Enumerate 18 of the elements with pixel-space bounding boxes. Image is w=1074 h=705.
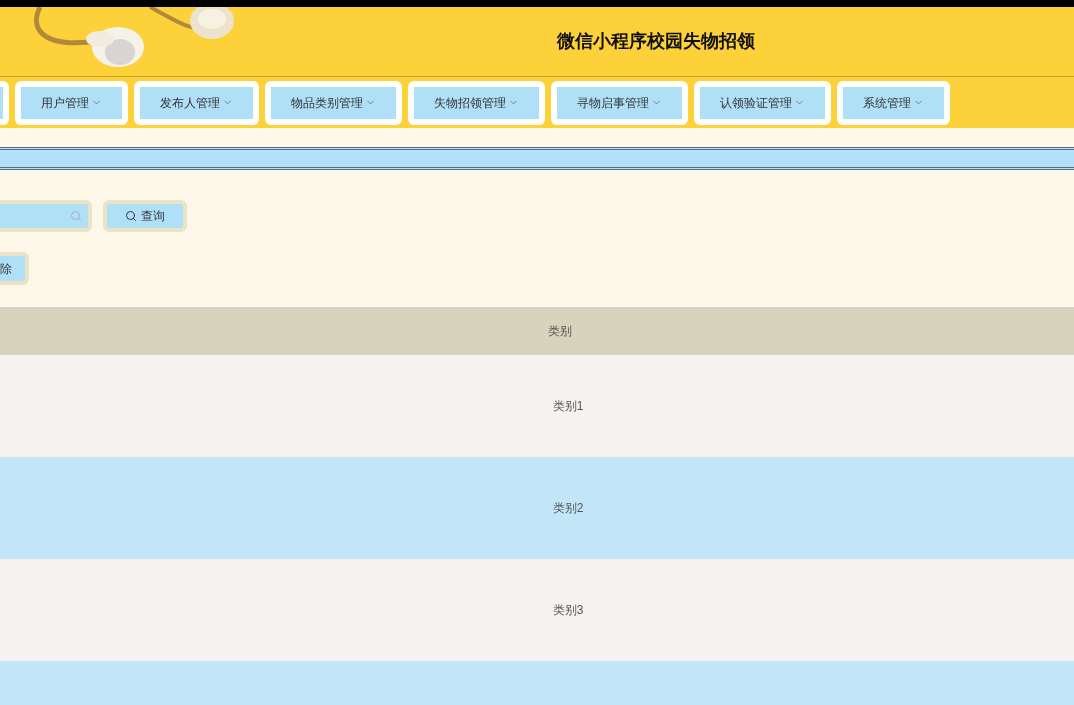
search-field[interactable] xyxy=(0,200,92,232)
nav-menu-item[interactable]: 用户管理 xyxy=(15,80,128,125)
nav-menu-item[interactable]: 失物招领管理 xyxy=(408,80,545,125)
nav-menu-item[interactable]: 寻物启事管理 xyxy=(551,80,688,125)
table-cell-text: 类别3 xyxy=(552,602,584,619)
nav-menu-item[interactable]: 认领验证管理 xyxy=(694,80,831,125)
search-button[interactable]: 查询 xyxy=(103,200,187,232)
delete-button[interactable]: 除 xyxy=(0,252,29,285)
table-cell-text: 类别1 xyxy=(552,398,584,415)
search-icon xyxy=(70,210,82,222)
column-header: 类别 xyxy=(548,323,572,340)
nav-menu-item[interactable] xyxy=(0,80,9,125)
nav-menu-item[interactable]: 物品类别管理 xyxy=(265,80,402,125)
table-cell-text: 类别2 xyxy=(552,500,584,517)
site-title: 微信小程序校园失物招领 xyxy=(557,30,755,53)
nav-menu-item[interactable]: 系统管理 xyxy=(837,80,950,125)
nav-menu-item[interactable]: 发布人管理 xyxy=(134,80,259,125)
search-icon xyxy=(125,210,137,222)
